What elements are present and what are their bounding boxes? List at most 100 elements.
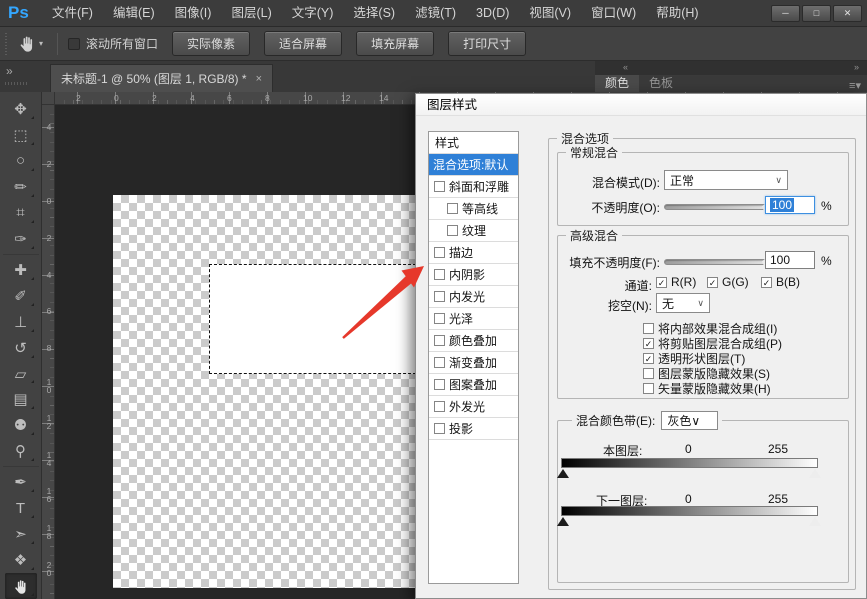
blur-tool[interactable]: ⚉: [5, 412, 37, 438]
quick-selection-icon: ✏: [14, 178, 27, 196]
menu-edit[interactable]: 编辑(E): [103, 0, 165, 27]
menu-type[interactable]: 文字(Y): [282, 0, 344, 27]
custom-shape-tool[interactable]: ❖: [5, 547, 37, 573]
ruler-label: 4: [190, 93, 195, 103]
checkbox[interactable]: [434, 357, 445, 368]
transparent-canvas[interactable]: [113, 195, 415, 588]
red-arrow-annotation: [335, 260, 435, 350]
list-item-pattern-overlay[interactable]: 图案叠加: [429, 374, 518, 396]
channel-g-checkbox[interactable]: ✓ G(G): [707, 275, 749, 289]
checkbox[interactable]: [434, 401, 445, 412]
list-item-inner-glow[interactable]: 内发光: [429, 286, 518, 308]
crop-tool[interactable]: ⌗: [5, 200, 37, 226]
checkbox[interactable]: [447, 203, 458, 214]
gradient-tool[interactable]: ▤: [5, 386, 37, 412]
list-item-blending-options[interactable]: 混合选项:默认: [429, 154, 518, 176]
knockout-select[interactable]: 无 ∨: [656, 293, 710, 313]
print-size-button[interactable]: 打印尺寸: [448, 31, 526, 56]
lasso-icon: ○: [16, 152, 25, 169]
underlying-highlight-slider[interactable]: [809, 517, 821, 526]
checkbox[interactable]: [434, 379, 445, 390]
dialog-title[interactable]: 图层样式: [416, 94, 866, 116]
fit-screen-button[interactable]: 适合屏幕: [264, 31, 342, 56]
list-item-label: 颜色叠加: [449, 332, 497, 349]
vector-mask-hides-checkbox[interactable]: 矢量蒙版隐藏效果(H): [643, 380, 771, 397]
list-item-outer-glow[interactable]: 外发光: [429, 396, 518, 418]
fill-opacity-slider[interactable]: [664, 259, 769, 265]
channel-b-checkbox[interactable]: ✓ B(B): [761, 275, 800, 289]
tab-color[interactable]: 颜色: [595, 73, 639, 92]
blend-mode-select[interactable]: 正常 ∨: [664, 170, 788, 190]
menu-help[interactable]: 帮助(H): [646, 0, 708, 27]
dodge-tool[interactable]: ⚲: [5, 438, 37, 464]
list-item-color-overlay[interactable]: 颜色叠加: [429, 330, 518, 352]
checkbox[interactable]: [434, 423, 445, 434]
spot-healing-brush-tool[interactable]: ✚: [5, 257, 37, 283]
list-item-inner-shadow[interactable]: 内阴影: [429, 264, 518, 286]
opacity-input[interactable]: 100: [765, 196, 815, 214]
minimize-button[interactable]: ─: [771, 5, 800, 22]
close-button[interactable]: ✕: [833, 5, 862, 22]
quick-selection-tool[interactable]: ✏: [5, 174, 37, 200]
fill-opacity-input[interactable]: 100: [765, 251, 815, 269]
rectangular-marquee-tool[interactable]: ⬚: [5, 122, 37, 148]
ruler-label: 8: [265, 93, 270, 103]
list-item-stroke[interactable]: 描边: [429, 242, 518, 264]
collapse-panels-left-icon[interactable]: «: [623, 62, 628, 72]
fill-screen-button[interactable]: 填充屏幕: [356, 31, 434, 56]
percent-label: %: [821, 199, 832, 213]
current-tool-badge[interactable]: ▾: [9, 34, 51, 53]
menu-image[interactable]: 图像(I): [165, 0, 222, 27]
checkbox: ✓: [656, 277, 667, 288]
opacity-slider[interactable]: [664, 204, 769, 210]
list-item-gradient-overlay[interactable]: 渐变叠加: [429, 352, 518, 374]
checkbox[interactable]: [434, 181, 445, 192]
list-item-texture[interactable]: 纹理: [429, 220, 518, 242]
tab-swatches[interactable]: 色板: [639, 73, 683, 92]
blend-if-channel-select[interactable]: 灰色 ∨: [661, 411, 718, 430]
menu-select[interactable]: 选择(S): [343, 0, 405, 27]
tab-close-icon[interactable]: ×: [256, 73, 262, 85]
checkbox[interactable]: [434, 291, 445, 302]
list-item-drop-shadow[interactable]: 投影: [429, 418, 518, 440]
scroll-all-windows-checkbox[interactable]: [68, 38, 80, 50]
brush-tool[interactable]: ✐: [5, 283, 37, 309]
channel-r-checkbox[interactable]: ✓ R(R): [656, 275, 696, 289]
menu-file[interactable]: 文件(F): [42, 0, 103, 27]
clone-stamp-icon: ⊥: [14, 313, 27, 331]
document-tab[interactable]: 未标题-1 @ 50% (图层 1, RGB/8) * ×: [50, 64, 273, 92]
menu-filter[interactable]: 滤镜(T): [405, 0, 466, 27]
blend-if-group: 混合颜色带(E): 灰色 ∨ 本图层: 0 255 下一图层:: [557, 420, 849, 583]
list-item-bevel-emboss[interactable]: 斜面和浮雕: [429, 176, 518, 198]
this-layer-highlight-slider[interactable]: [809, 469, 821, 478]
hand-tool[interactable]: [5, 573, 37, 599]
list-item-contour[interactable]: 等高线: [429, 198, 518, 220]
pen-tool[interactable]: ✒: [5, 469, 37, 495]
type-tool[interactable]: T: [5, 495, 37, 521]
this-layer-shadow-slider[interactable]: [557, 469, 569, 478]
menu-3d[interactable]: 3D(D): [466, 0, 519, 27]
panel-menu-icon[interactable]: ≡▾: [849, 79, 861, 92]
actual-pixels-button[interactable]: 实际像素: [172, 31, 250, 56]
tab-overflow-icon[interactable]: »: [6, 64, 13, 78]
list-item-satin[interactable]: 光泽: [429, 308, 518, 330]
clone-stamp-tool[interactable]: ⊥: [5, 309, 37, 335]
custom-shape-icon: ❖: [14, 551, 27, 569]
checkbox[interactable]: [434, 313, 445, 324]
path-selection-tool[interactable]: ➣: [5, 521, 37, 547]
menu-layer[interactable]: 图层(L): [221, 0, 281, 27]
eraser-tool[interactable]: ▱: [5, 361, 37, 387]
checkbox[interactable]: [447, 225, 458, 236]
eyedropper-tool[interactable]: ✑: [5, 226, 37, 252]
underlying-shadow-slider[interactable]: [557, 517, 569, 526]
menu-view[interactable]: 视图(V): [519, 0, 581, 27]
move-tool[interactable]: ✥: [5, 96, 37, 122]
menu-window[interactable]: 窗口(W): [581, 0, 646, 27]
history-brush-tool[interactable]: ↺: [5, 335, 37, 361]
lasso-tool[interactable]: ○: [5, 148, 37, 174]
checkbox[interactable]: [434, 269, 445, 280]
checkbox[interactable]: [434, 247, 445, 258]
checkbox[interactable]: [434, 335, 445, 346]
collapse-panels-right-icon[interactable]: »: [854, 62, 859, 72]
maximize-button[interactable]: □: [802, 5, 831, 22]
